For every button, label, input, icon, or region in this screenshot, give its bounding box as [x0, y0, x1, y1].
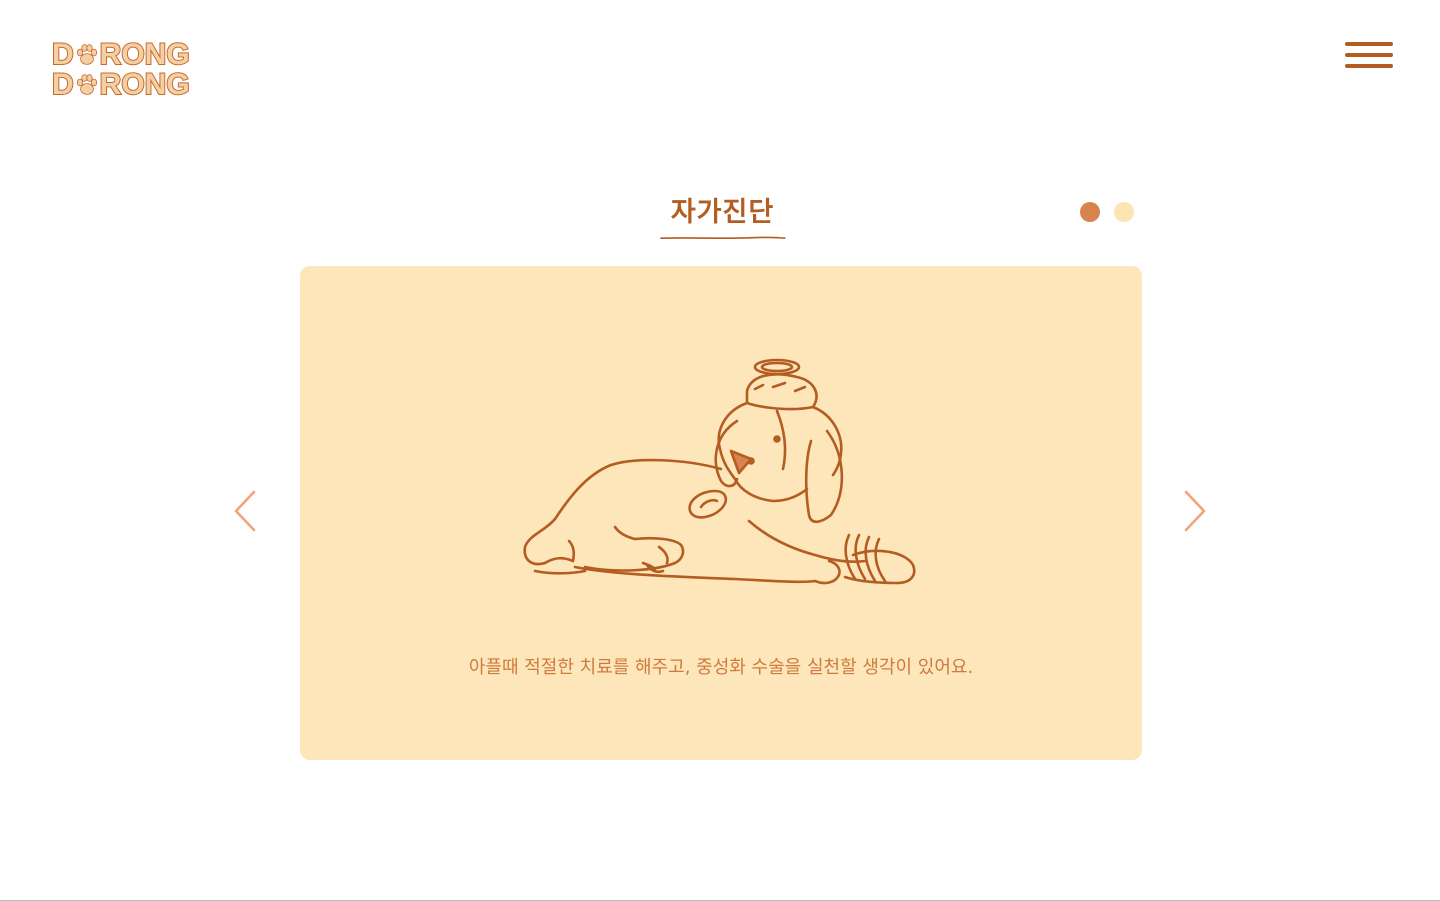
self-diagnosis-page: D RONG D RONG 자가진단 아플때 적절한 치료를 해주고, 중성화 …: [0, 0, 1440, 901]
logo-letter-d: D: [51, 68, 75, 101]
pagination-dot-2[interactable]: [1114, 202, 1134, 222]
hamburger-icon[interactable]: [1345, 42, 1393, 70]
logo-line-1: D RONG: [51, 38, 197, 71]
dorong-logo[interactable]: D RONG D RONG: [51, 38, 197, 102]
logo-word-rong: RONG: [99, 68, 191, 101]
logo-letter-d: D: [51, 38, 75, 71]
title-underline: [660, 236, 786, 240]
sick-dog-illustration: [523, 358, 916, 585]
pagination-dot-1[interactable]: [1080, 202, 1100, 222]
chevron-left-icon[interactable]: [232, 490, 258, 532]
menu-bar: [1345, 53, 1393, 57]
logo-word-rong: RONG: [99, 38, 191, 71]
chevron-right-icon[interactable]: [1182, 490, 1208, 532]
paw-icon: [76, 74, 97, 95]
menu-bar: [1345, 42, 1393, 46]
page-title: 자가진단: [670, 197, 775, 228]
diagnosis-slide-card: 아플때 적절한 치료를 해주고, 중성화 수술을 실천할 생각이 있어요.: [300, 266, 1142, 760]
logo-line-2: D RONG: [51, 68, 197, 101]
paw-icon: [76, 44, 97, 65]
diagnosis-statement: 아플때 적절한 치료를 해주고, 중성화 수술을 실천할 생각이 있어요.: [468, 657, 974, 678]
menu-bar: [1345, 64, 1393, 68]
